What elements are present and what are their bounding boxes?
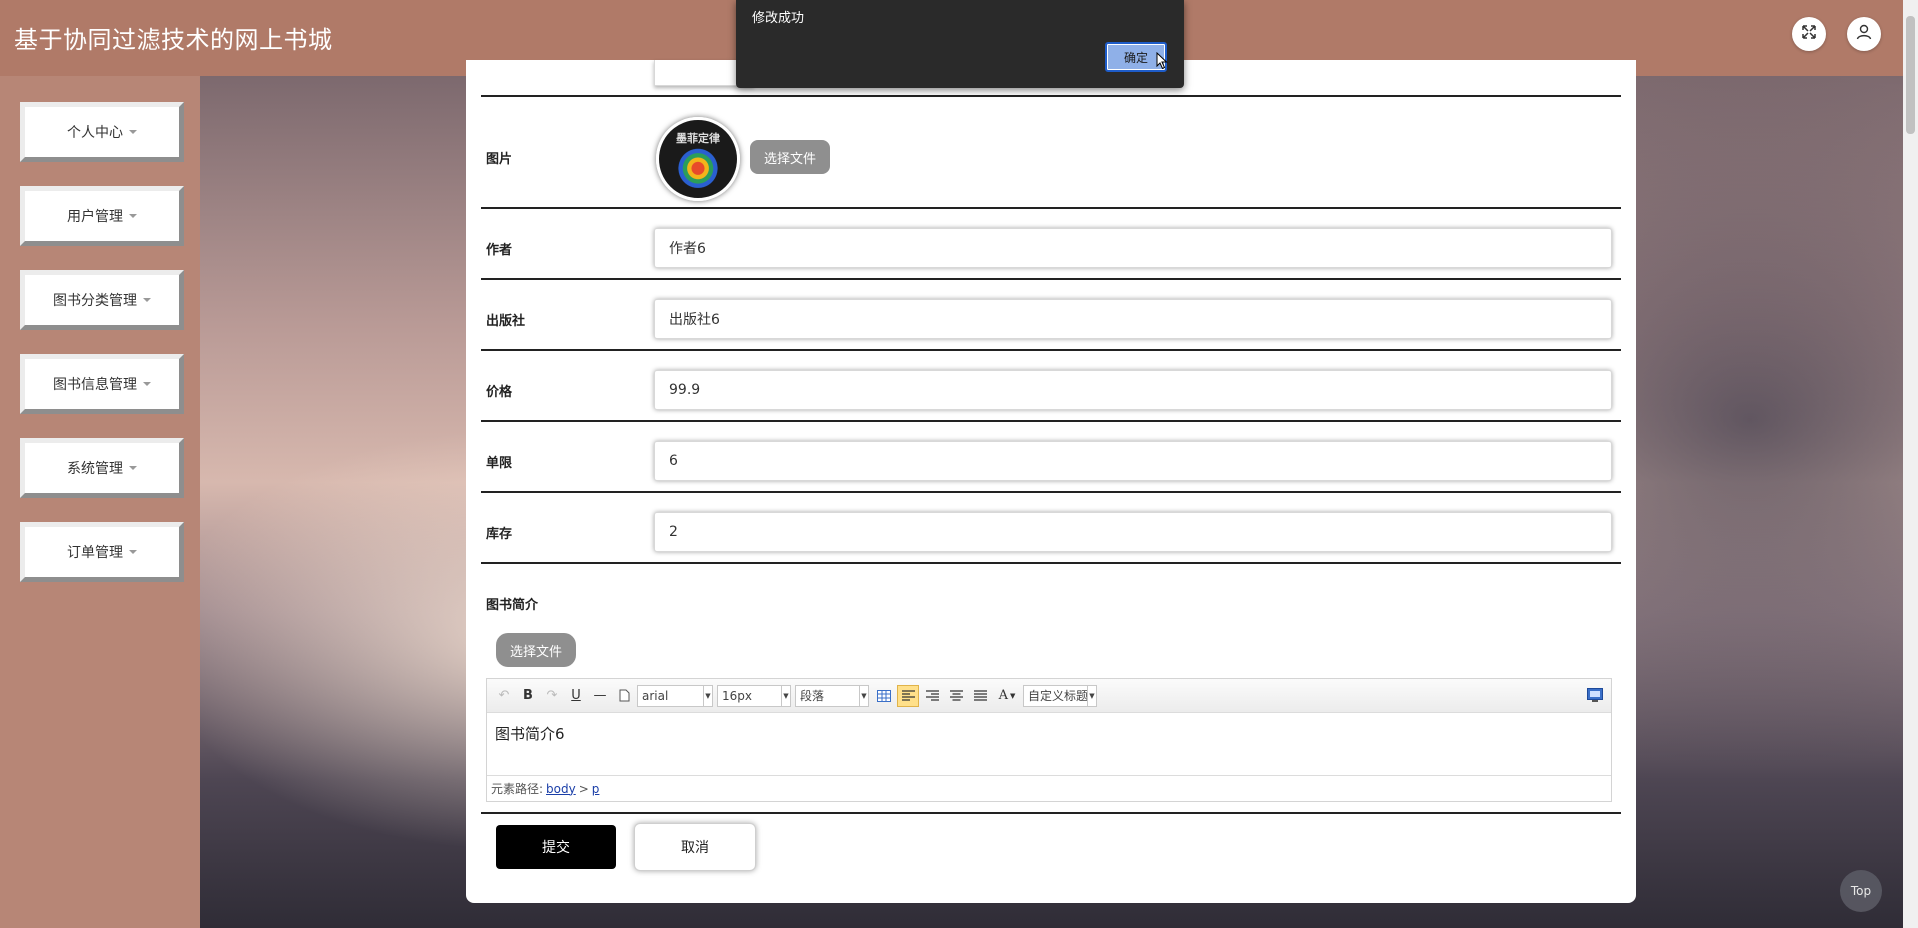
sidebar-item-user-management[interactable]: 用户管理 — [20, 186, 184, 246]
site-title: 基于协同过滤技术的网上书城 — [14, 26, 333, 54]
submit-button[interactable]: 提交 — [496, 825, 616, 869]
expand-icon — [1801, 24, 1817, 44]
sidebar-item-personal-center[interactable]: 个人中心 — [20, 102, 184, 162]
sidebar: 个人中心 用户管理 图书分类管理 图书信息管理 系统管理 订单管理 — [0, 76, 200, 928]
alert-dialog: 修改成功 确定 — [736, 0, 1184, 88]
mouse-cursor-icon — [1156, 52, 1168, 70]
row-divider — [481, 812, 1621, 814]
fullscreen-button[interactable] — [1792, 17, 1826, 51]
caret-down-icon — [129, 214, 137, 218]
font-size-select[interactable]: 16px ▼ — [717, 684, 791, 707]
dropdown-arrow-icon: ▼ — [781, 685, 790, 706]
row-divider — [481, 562, 1621, 564]
document-icon[interactable] — [613, 685, 635, 707]
underline-icon[interactable]: U — [565, 685, 587, 707]
row-divider — [481, 278, 1621, 280]
dialog-message: 修改成功 — [752, 11, 805, 26]
caret-down-icon — [143, 382, 151, 386]
caret-down-icon — [143, 298, 151, 302]
page-scrollbar[interactable] — [1903, 0, 1918, 928]
publisher-input[interactable]: 出版社6 — [654, 299, 1612, 339]
caret-down-icon — [129, 130, 137, 134]
font-color-icon[interactable]: A ▼ — [993, 685, 1021, 707]
align-right-icon[interactable] — [921, 685, 943, 707]
price-input[interactable]: 99.9 — [654, 370, 1612, 410]
bold-icon[interactable]: B — [517, 685, 539, 707]
back-to-top-button[interactable]: Top — [1840, 870, 1882, 912]
user-icon — [1855, 23, 1873, 45]
book-cover-image: 墨菲定律 — [656, 117, 740, 201]
paragraph-select[interactable]: 段落 ▼ — [795, 684, 869, 707]
price-label: 价格 — [486, 385, 513, 400]
custom-title-select[interactable]: 自定义标题 ▼ — [1023, 684, 1097, 707]
scrollbar-thumb[interactable] — [1906, 16, 1915, 134]
row-divider — [481, 95, 1621, 97]
horizontal-rule-icon[interactable]: — — [589, 685, 611, 707]
dropdown-arrow-icon: ▼ — [859, 685, 868, 706]
redo-icon[interactable]: ↷ — [541, 685, 563, 707]
path-body-link[interactable]: body — [546, 782, 576, 796]
row-divider — [481, 420, 1621, 422]
image-label: 图片 — [486, 152, 513, 167]
editor-content[interactable]: 图书简介6 — [495, 723, 565, 744]
stock-label: 库存 — [486, 527, 513, 542]
rich-text-editor: ↶ B ↷ U — arial ▼ 16px ▼ 段落 ▼ A ▼ 自定义标题 … — [486, 678, 1612, 802]
row-divider — [481, 491, 1621, 493]
choose-image-button[interactable]: 选择文件 — [750, 140, 830, 174]
font-family-select[interactable]: arial ▼ — [637, 684, 713, 707]
table-icon[interactable] — [873, 685, 895, 707]
choose-intro-file-button[interactable]: 选择文件 — [496, 633, 576, 667]
dropdown-arrow-icon: ▼ — [703, 685, 712, 706]
cancel-button[interactable]: 取消 — [634, 823, 756, 871]
sidebar-item-order-management[interactable]: 订单管理 — [20, 522, 184, 582]
edit-form-panel: 图片 墨菲定律 选择文件 作者 作者6 出版社 出版社6 价格 99.9 单限 … — [466, 60, 1636, 903]
editor-element-path: 元素路径: body > p — [487, 775, 1611, 801]
limit-input[interactable]: 6 — [654, 441, 1612, 481]
path-p-link[interactable]: p — [592, 782, 600, 796]
align-justify-icon[interactable] — [969, 685, 991, 707]
sidebar-item-book-management[interactable]: 图书信息管理 — [20, 354, 184, 414]
stock-input[interactable]: 2 — [654, 512, 1612, 552]
author-input[interactable]: 作者6 — [654, 228, 1612, 268]
intro-label: 图书简介 — [486, 598, 539, 613]
undo-icon[interactable]: ↶ — [493, 685, 515, 707]
source-view-icon[interactable] — [1587, 687, 1603, 706]
caret-down-icon — [129, 550, 137, 554]
user-button[interactable] — [1847, 17, 1881, 51]
dropdown-arrow-icon: ▼ — [1087, 685, 1096, 706]
row-divider — [481, 349, 1621, 351]
align-center-icon[interactable] — [945, 685, 967, 707]
limit-label: 单限 — [486, 456, 513, 471]
row-divider — [481, 207, 1621, 209]
sidebar-item-category-management[interactable]: 图书分类管理 — [20, 270, 184, 330]
align-left-icon[interactable] — [897, 684, 919, 707]
author-label: 作者 — [486, 243, 513, 258]
publisher-label: 出版社 — [486, 314, 526, 329]
caret-down-icon — [129, 466, 137, 470]
sidebar-item-system-management[interactable]: 系统管理 — [20, 438, 184, 498]
editor-toolbar: ↶ B ↷ U — arial ▼ 16px ▼ 段落 ▼ A ▼ 自定义标题 … — [487, 679, 1611, 713]
